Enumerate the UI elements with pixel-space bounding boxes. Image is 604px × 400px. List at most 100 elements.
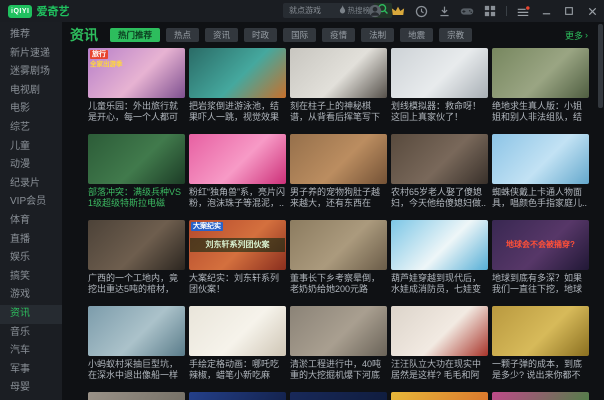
sidebar-item[interactable]: 迷雾剧场 [0, 63, 62, 82]
category-tab[interactable]: 时政 [244, 28, 278, 42]
more-link[interactable]: 更多 › [565, 22, 588, 48]
video-title: 蜘蛛侠戴上卡通人物面具，唱颜色手指家庭儿.. [492, 187, 588, 208]
video-thumbnail-partial[interactable] [189, 392, 286, 400]
video-card[interactable]: 一颗子弹的成本，到底是多少? 说出来你都不敢信 [492, 306, 589, 380]
sidebar-item[interactable]: 综艺 [0, 119, 62, 138]
video-thumbnail[interactable]: 地球会不会被捅穿? [492, 220, 589, 270]
thumbnail-overlay-text: 地球会不会被捅穿? [506, 240, 575, 249]
video-card[interactable]: 葫芦娃穿越到现代后，水娃成消防员，七娃变星.. [391, 220, 488, 294]
sidebar-item[interactable]: 新片速递 [0, 45, 62, 64]
video-card[interactable]: 小蚂蚁村采抽巨型坑，在深水中退出像船一样的.. [88, 306, 185, 380]
video-card[interactable]: 广西的一个工地内，竟挖出重达5吨的棺材，简.. [88, 220, 185, 294]
sidebar-item[interactable]: 推荐 [0, 26, 62, 45]
hot-search-dropdown[interactable]: 热搜榜 [339, 5, 370, 16]
video-card[interactable]: 蜘蛛侠戴上卡通人物面具，唱颜色手指家庭儿.. [492, 134, 589, 208]
video-thumbnail[interactable] [88, 306, 185, 356]
video-card[interactable]: 大案纪实 刘东轩系列团伙案 大案纪实：刘东轩系列团伙案！ [189, 220, 286, 294]
video-title: 农村65岁老人娶了傻媳妇，今天他给傻媳妇做.. [391, 187, 487, 208]
video-thumbnail-partial[interactable] [391, 392, 488, 400]
sidebar-item[interactable]: 军事 [0, 361, 62, 380]
video-title: 大案纪实：刘东轩系列团伙案！ [189, 273, 280, 294]
sidebar-item[interactable]: 纪录片 [0, 175, 62, 194]
video-card[interactable]: 部落冲突：满级兵种VS1级超级特斯拉电磁塔，.. [88, 134, 185, 208]
video-card[interactable]: 刻在柱子上的神秘棋谱，从背看后挥笔写下几大.. [290, 48, 387, 122]
close-icon[interactable] [585, 4, 599, 18]
sidebar-item[interactable]: 电视剧 [0, 82, 62, 101]
category-tab[interactable]: 资讯 [205, 28, 239, 42]
video-title: 男子养的宠物狗肚子越来越大，还有东西在动，.. [290, 187, 381, 208]
maximize-icon[interactable] [562, 4, 576, 18]
sidebar-item[interactable]: 体育 [0, 212, 62, 231]
sidebar-item[interactable]: 母婴 [0, 379, 62, 398]
category-tab[interactable]: 热门推荐 [110, 28, 161, 42]
sidebar-item[interactable]: 游戏 [0, 286, 62, 305]
sidebar-item[interactable]: 汽车 [0, 342, 62, 361]
sidebar-item[interactable]: 动漫 [0, 156, 62, 175]
app-logo: iQIYI 爱奇艺 [8, 0, 69, 22]
category-tab[interactable]: 国际 [283, 28, 317, 42]
video-card[interactable]: 农村65岁老人娶了傻媳妇，今天他给傻媳妇做.. [391, 134, 488, 208]
category-tab[interactable]: 疫情 [322, 28, 356, 42]
category-tab[interactable]: 地震 [400, 28, 434, 42]
video-title: 绝地求生真人版：小姐姐和别人非法组队，结果.. [492, 101, 583, 122]
search-input[interactable] [287, 5, 336, 16]
video-thumbnail[interactable] [391, 220, 488, 270]
history-icon[interactable] [414, 4, 428, 18]
video-thumbnail-partial[interactable] [290, 392, 387, 400]
download-icon[interactable] [437, 4, 451, 18]
sidebar-item[interactable]: 娱乐 [0, 249, 62, 268]
video-thumbnail[interactable] [290, 306, 387, 356]
sidebar-item[interactable]: 资讯 [0, 304, 62, 324]
menu-icon[interactable] [516, 4, 530, 18]
video-thumbnail[interactable]: 大案纪实 刘东轩系列团伙案 [189, 220, 286, 270]
sidebar-item[interactable]: 儿童 [0, 138, 62, 157]
video-thumbnail[interactable]: 旅行 全家出游季 [88, 48, 185, 98]
video-thumbnail-partial[interactable] [492, 392, 589, 400]
sidebar-item[interactable]: 搞笑 [0, 268, 62, 287]
video-thumbnail[interactable] [189, 306, 286, 356]
video-card[interactable]: 董事长下乡考察晕倒，老奶奶给她200元路费，.. [290, 220, 387, 294]
video-thumbnail[interactable] [492, 48, 589, 98]
video-title: 清淤工程进行中，40吨重的大挖掘机爆下河底清.. [290, 359, 382, 380]
category-tab[interactable]: 法制 [361, 28, 395, 42]
video-thumbnail[interactable] [391, 306, 488, 356]
scrollbar-thumb[interactable] [598, 24, 603, 108]
video-thumbnail[interactable] [88, 134, 185, 184]
video-thumbnail[interactable] [290, 220, 387, 270]
category-tab[interactable]: 热点 [166, 28, 200, 42]
category-tab[interactable]: 宗教 [439, 28, 473, 42]
minimize-icon[interactable] [539, 4, 553, 18]
sidebar-item[interactable]: 直播 [0, 231, 62, 250]
video-card[interactable]: 清淤工程进行中，40吨重的大挖掘机爆下河底清.. [290, 306, 387, 380]
video-card[interactable]: 汪汪队立大功在现实中居然是这样? 毛毛和阿奇.. [391, 306, 488, 380]
sidebar-item[interactable]: 电影 [0, 100, 62, 119]
video-card[interactable]: 把岩浆倒进游泳池，结果吓人一跳，视觉效果太.. [189, 48, 286, 122]
sidebar-item[interactable]: VIP会员 [0, 193, 62, 212]
video-thumbnail[interactable] [290, 134, 387, 184]
video-card[interactable]: 手绘定格动画：哪吒吃辣椒，蜡笔小新吃麻花，.. [189, 306, 286, 380]
video-card[interactable]: 地球会不会被捅穿? 地球到底有多深？如果我们一直往下挖，地球会.. [492, 220, 589, 294]
video-thumbnail[interactable] [189, 48, 286, 98]
video-thumbnail[interactable] [189, 134, 286, 184]
video-title: 粉红“独角兽”系，亮片闪粉，泡沫珠子等混泥，.. [189, 187, 285, 208]
video-thumbnail[interactable] [88, 220, 185, 270]
video-card[interactable]: 划线模拟器：救命呀！这回上真家伙了！ [391, 48, 488, 122]
sidebar: 推荐 新片速递 迷雾剧场 电视剧 电影 综艺 儿童 动漫 纪录片 VIP会员 体育 直播 娱乐 搞笑 游戏资… [0, 22, 62, 400]
video-thumbnail[interactable] [391, 134, 488, 184]
video-card[interactable]: 绝地求生真人版：小姐姐和别人非法组队，结果.. [492, 48, 589, 122]
avatar-icon[interactable] [368, 4, 382, 18]
vip-crown-icon[interactable] [391, 4, 405, 18]
sidebar-item[interactable]: 音乐 [0, 324, 62, 343]
apps-icon[interactable] [483, 4, 497, 18]
video-card[interactable]: 粉红“独角兽”系，亮片闪粉，泡沫珠子等混泥，.. [189, 134, 286, 208]
video-thumbnail[interactable] [492, 306, 589, 356]
video-card[interactable]: 旅行 全家出游季 儿童乐园：外出旅行就是开心，每一个人都可以.. [88, 48, 185, 122]
gamepad-icon[interactable] [460, 4, 474, 18]
video-thumbnail[interactable] [492, 134, 589, 184]
video-thumbnail[interactable] [290, 48, 387, 98]
video-title: 刻在柱子上的神秘棋谱，从背看后挥笔写下几大.. [290, 101, 381, 122]
video-card[interactable]: 男子养的宠物狗肚子越来越大，还有东西在动，.. [290, 134, 387, 208]
scrollbar[interactable] [598, 24, 603, 398]
video-thumbnail[interactable] [391, 48, 488, 98]
video-thumbnail-partial[interactable] [88, 392, 185, 400]
